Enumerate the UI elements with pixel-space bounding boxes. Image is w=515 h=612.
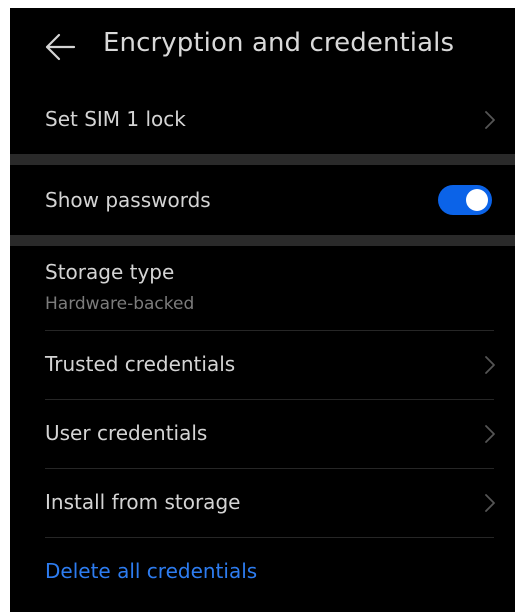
back-button[interactable] (44, 32, 78, 62)
user-credentials-label: User credentials (45, 421, 208, 445)
page-title: Encryption and credentials (103, 28, 455, 58)
install-from-storage-label: Install from storage (45, 490, 241, 514)
show-passwords-toggle[interactable] (438, 185, 492, 215)
delete-all-credentials-item[interactable]: Delete all credentials (10, 538, 515, 606)
show-passwords-label: Show passwords (45, 188, 211, 212)
chevron-right-icon (485, 425, 495, 443)
user-credentials-item[interactable]: User credentials (10, 400, 515, 468)
sim-lock-label: Set SIM 1 lock (45, 107, 186, 131)
chevron-right-icon (485, 494, 495, 512)
show-passwords-item[interactable]: Show passwords (10, 165, 515, 235)
storage-type-item[interactable]: Storage type Hardware-backed (10, 246, 515, 330)
chevron-right-icon (485, 356, 495, 374)
install-from-storage-item[interactable]: Install from storage (10, 469, 515, 537)
settings-screen: Encryption and credentials Set SIM 1 loc… (10, 8, 515, 612)
storage-type-label: Storage type (45, 260, 175, 284)
header: Encryption and credentials (10, 8, 515, 84)
trusted-credentials-item[interactable]: Trusted credentials (10, 331, 515, 399)
section-gap (10, 235, 515, 246)
delete-all-credentials-button[interactable]: Delete all credentials (45, 559, 257, 583)
trusted-credentials-label: Trusted credentials (45, 352, 236, 376)
toggle-knob (466, 189, 488, 211)
sim-lock-item[interactable]: Set SIM 1 lock (10, 84, 515, 154)
chevron-right-icon (485, 111, 495, 129)
arrow-left-icon (45, 33, 76, 61)
section-gap (10, 154, 515, 165)
storage-type-value: Hardware-backed (45, 294, 195, 314)
